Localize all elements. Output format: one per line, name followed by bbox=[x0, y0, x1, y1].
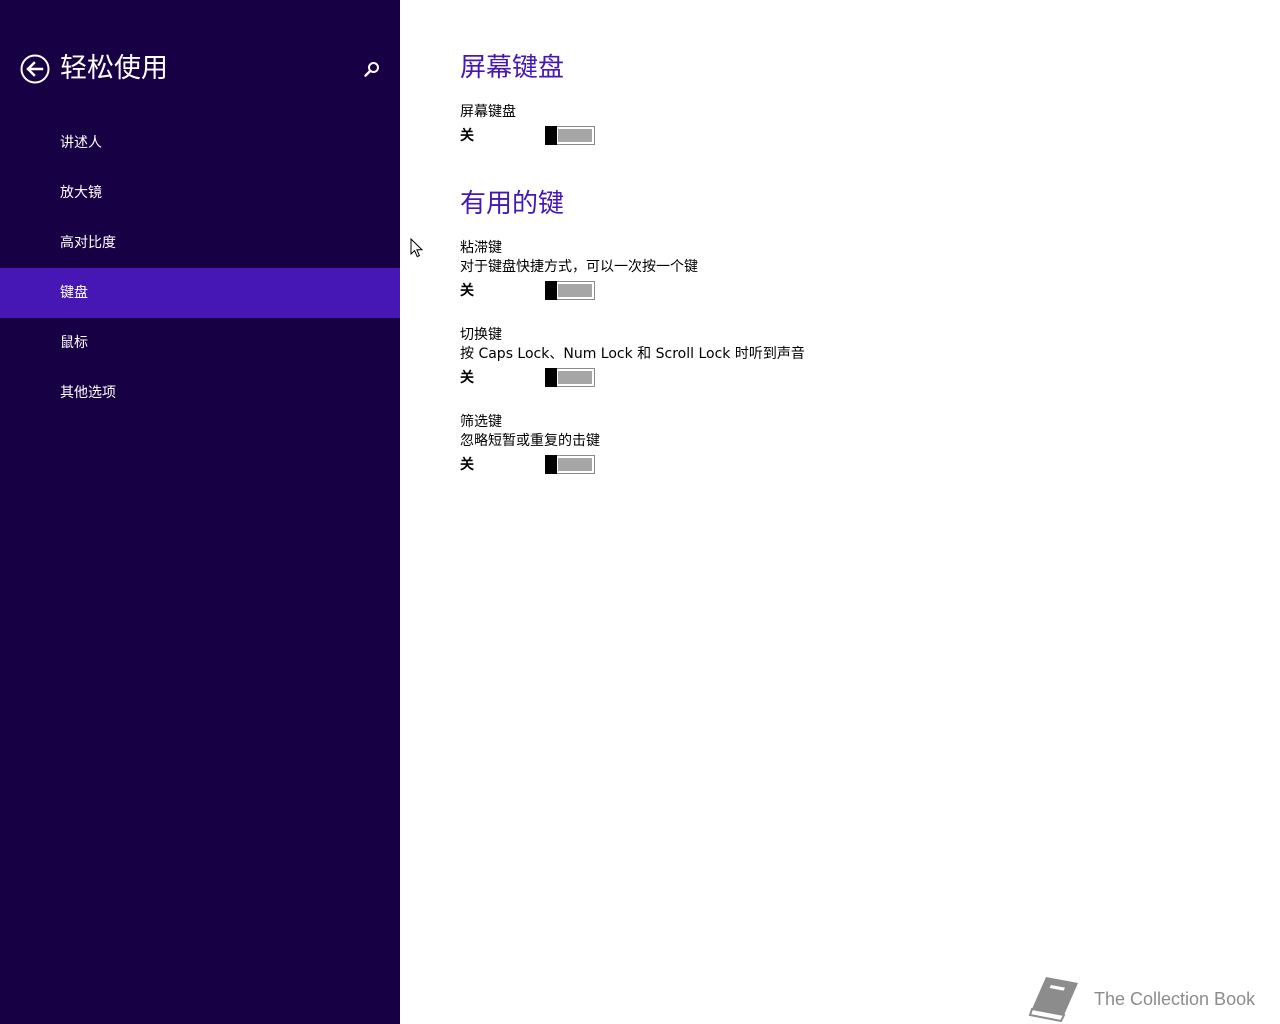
toggle-track bbox=[558, 284, 592, 297]
toggle-row: 关 bbox=[460, 367, 1160, 389]
setting-label: 切换键 bbox=[460, 327, 502, 343]
sidebar-item-mouse[interactable]: 鼠标 bbox=[0, 318, 400, 368]
setting-sticky-keys: 粘滞键 对于键盘快捷方式，可以一次按一个键 关 bbox=[460, 239, 1160, 302]
sidebar-header: 轻松使用 bbox=[20, 52, 390, 88]
setting-on-screen-keyboard: 屏幕键盘 关 bbox=[460, 103, 1160, 147]
pc-settings-window: 轻松使用 讲述人 放大镜 高对比度 键盘 鼠标 其他选项 屏幕键盘 屏幕键盘 关 bbox=[0, 0, 1280, 1024]
toggle-thumb bbox=[545, 455, 557, 474]
toggle-row: 关 bbox=[460, 125, 1160, 147]
mouse-pointer-icon bbox=[410, 238, 424, 258]
setting-description: 忽略短暂或重复的击键 bbox=[460, 433, 600, 449]
setting-filter-keys: 筛选键 忽略短暂或重复的击键 关 bbox=[460, 413, 1160, 476]
toggle-row: 关 bbox=[460, 280, 1160, 302]
section-heading-on-screen-keyboard: 屏幕键盘 bbox=[460, 53, 565, 83]
search-icon bbox=[364, 62, 379, 77]
sidebar: 轻松使用 讲述人 放大镜 高对比度 键盘 鼠标 其他选项 bbox=[0, 0, 400, 1024]
toggle-state-label: 关 bbox=[460, 283, 474, 299]
section-heading-useful-keys: 有用的键 bbox=[460, 189, 565, 219]
sidebar-item-high-contrast[interactable]: 高对比度 bbox=[0, 218, 400, 268]
sidebar-item-other-options[interactable]: 其他选项 bbox=[0, 368, 400, 418]
sidebar-nav: 讲述人 放大镜 高对比度 键盘 鼠标 其他选项 bbox=[0, 118, 400, 418]
main-content: 屏幕键盘 屏幕键盘 关 有用的键 粘滞键 对于键盘快捷方式，可以一次按一个键 关 bbox=[460, 0, 1260, 1024]
toggle-state-label: 关 bbox=[460, 457, 474, 473]
setting-label: 粘滞键 bbox=[460, 240, 502, 256]
sticky-keys-toggle[interactable] bbox=[545, 281, 595, 300]
toggle-thumb bbox=[545, 281, 557, 300]
back-arrow-icon bbox=[20, 54, 50, 84]
toggle-track bbox=[558, 458, 592, 471]
setting-description: 对于键盘快捷方式，可以一次按一个键 bbox=[460, 259, 698, 275]
setting-label: 屏幕键盘 bbox=[460, 104, 516, 120]
sidebar-item-narrator[interactable]: 讲述人 bbox=[0, 118, 400, 168]
setting-description: 按 Caps Lock、Num Lock 和 Scroll Lock 时听到声音 bbox=[460, 346, 805, 362]
page-title: 轻松使用 bbox=[60, 53, 168, 84]
toggle-track bbox=[558, 371, 592, 384]
watermark-text: The Collection Book bbox=[1094, 989, 1256, 1009]
on-screen-keyboard-toggle[interactable] bbox=[545, 126, 595, 145]
sidebar-item-magnifier[interactable]: 放大镜 bbox=[0, 168, 400, 218]
back-button[interactable] bbox=[20, 54, 50, 84]
setting-label: 筛选键 bbox=[460, 414, 502, 430]
toggle-row: 关 bbox=[460, 454, 1160, 476]
setting-toggle-keys: 切换键 按 Caps Lock、Num Lock 和 Scroll Lock 时… bbox=[460, 326, 1160, 389]
toggle-thumb bbox=[545, 368, 557, 387]
toggle-state-label: 关 bbox=[460, 370, 474, 386]
toggle-keys-toggle[interactable] bbox=[545, 368, 595, 387]
toggle-track bbox=[558, 129, 592, 142]
toggle-thumb bbox=[545, 126, 557, 145]
search-button[interactable] bbox=[362, 60, 382, 80]
watermark: The Collection Book bbox=[1028, 975, 1268, 1023]
sidebar-item-keyboard[interactable]: 键盘 bbox=[0, 268, 400, 318]
toggle-state-label: 关 bbox=[460, 128, 474, 144]
filter-keys-toggle[interactable] bbox=[545, 455, 595, 474]
book-icon bbox=[1028, 977, 1078, 1023]
